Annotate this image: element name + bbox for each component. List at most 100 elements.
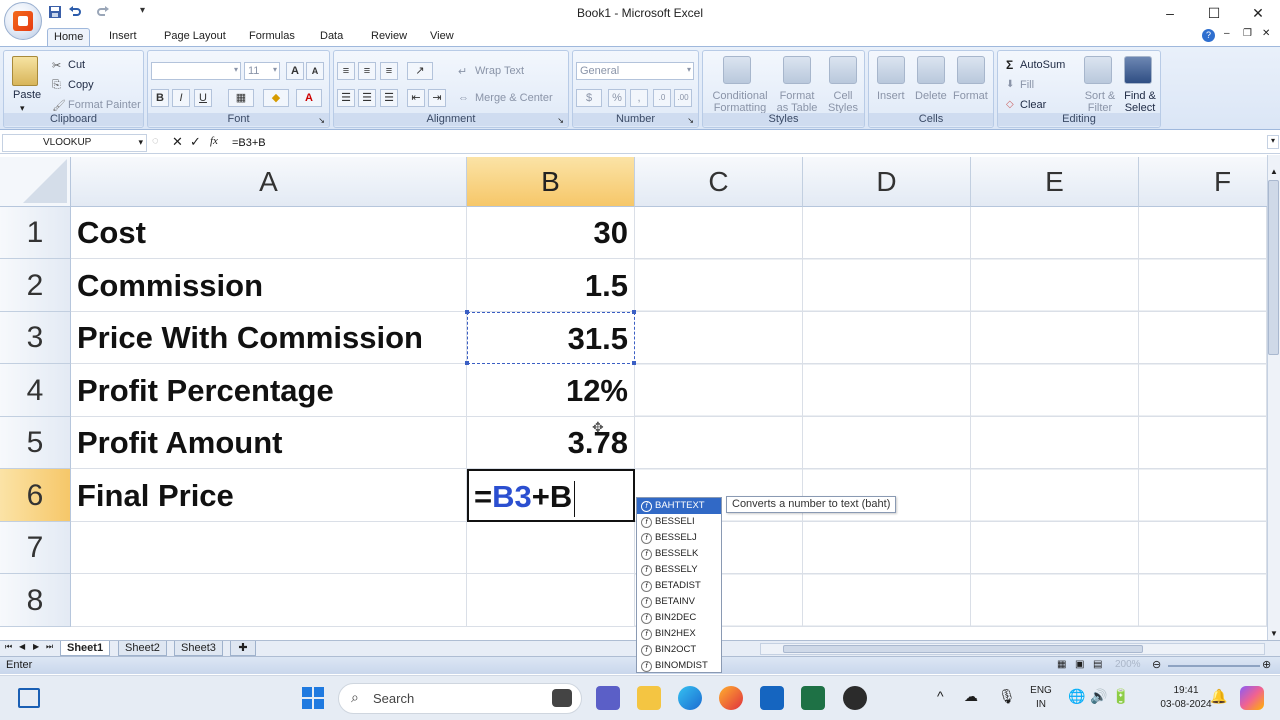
page-layout-view-icon[interactable]: ▣ [1075, 659, 1084, 670]
row-header-5[interactable]: 5 [0, 417, 71, 469]
volume-icon[interactable]: 🔊 [1090, 688, 1107, 705]
normal-view-icon[interactable]: ▦ [1057, 659, 1066, 670]
name-box[interactable]: VLOOKUP ▾ [2, 134, 147, 152]
format-as-table-button[interactable]: Format as Table [773, 90, 821, 114]
borders-icon[interactable]: ▦ [228, 89, 254, 107]
cell-b1[interactable]: 30 [467, 207, 635, 259]
autocomplete-item[interactable]: f BETAINV [637, 594, 721, 610]
align-bottom-icon[interactable]: ≡ [380, 62, 398, 80]
bold-button[interactable]: B [151, 89, 169, 107]
column-header-f[interactable]: F [1139, 157, 1267, 207]
file-explorer-icon[interactable] [637, 686, 661, 710]
cancel-entry-icon[interactable]: ✕ [172, 134, 183, 150]
autocomplete-item[interactable]: f BESSELJ [637, 530, 721, 546]
ribbon-minimize-icon[interactable]: – [1224, 28, 1230, 39]
obs-icon[interactable] [843, 686, 867, 710]
row-header-3[interactable]: 3 [0, 312, 71, 364]
help-icon[interactable]: ? [1202, 29, 1215, 42]
decrease-indent-icon[interactable]: ⇤ [407, 89, 425, 107]
page-break-view-icon[interactable]: ▤ [1093, 659, 1102, 670]
cell-b6-editing[interactable]: =B3+B [467, 469, 635, 522]
decrease-decimal-icon[interactable]: .00 [674, 89, 692, 107]
clear-button[interactable]: Clear [1020, 99, 1046, 111]
store-icon[interactable] [760, 686, 784, 710]
row-header-6[interactable]: 6 [0, 469, 71, 522]
insert-function-icon[interactable]: fx [210, 135, 218, 147]
close-button[interactable]: ✕ [1236, 2, 1280, 24]
zoom-slider[interactable] [1168, 665, 1260, 667]
windows-start-icon[interactable] [302, 687, 324, 709]
sheet-tab-sheet2[interactable]: Sheet2 [118, 641, 167, 656]
cell-a4[interactable]: Profit Percentage [71, 364, 467, 417]
sheet-tab-sheet1[interactable]: Sheet1 [60, 641, 111, 656]
row-header-2[interactable]: 2 [0, 259, 71, 312]
tab-data[interactable]: Data [314, 28, 349, 46]
vertical-scroll-thumb[interactable] [1268, 180, 1279, 355]
tab-page-layout[interactable]: Page Layout [158, 28, 232, 46]
align-right-icon[interactable]: ☰ [380, 89, 398, 107]
column-d-cells[interactable] [803, 207, 971, 627]
percent-style-button[interactable]: % [608, 89, 626, 107]
cell-a6[interactable]: Final Price [71, 469, 467, 522]
merge-center-button[interactable]: Merge & Center [475, 92, 553, 104]
autocomplete-item[interactable]: f BESSELK [637, 546, 721, 562]
expand-formula-bar-icon[interactable]: ▾ [1267, 135, 1279, 149]
cell-a1[interactable]: Cost [71, 207, 467, 259]
range-handle-icon[interactable] [465, 361, 469, 365]
cut-button[interactable]: Cut [68, 59, 85, 71]
autosum-button[interactable]: AutoSum [1020, 59, 1065, 71]
format-painter-button[interactable]: Format Painter [68, 99, 141, 111]
autocomplete-item[interactable]: f BIN2DEC [637, 610, 721, 626]
comma-style-icon[interactable]: , [630, 89, 648, 107]
find-select-button[interactable]: Find & Select [1120, 90, 1160, 114]
conditional-formatting-button[interactable]: Conditional Formatting [709, 90, 771, 114]
wrap-text-button[interactable]: Wrap Text [475, 65, 524, 77]
accounting-format-icon[interactable]: $ [576, 89, 602, 107]
number-dialog-launcher-icon[interactable]: ↘ [687, 116, 694, 125]
microphone-icon[interactable]: 🎙 [998, 688, 1016, 705]
row-header-1[interactable]: 1 [0, 207, 71, 259]
cloud-icon[interactable]: ☁ [964, 688, 978, 705]
cell-a3[interactable]: Price With Commission [71, 312, 467, 364]
font-name-dropdown-icon[interactable]: ▾ [234, 65, 238, 74]
office-button[interactable] [4, 2, 42, 40]
italic-button[interactable]: I [172, 89, 190, 107]
workbook-close-icon[interactable]: ✕ [1262, 28, 1270, 39]
underline-button[interactable]: U [194, 89, 212, 107]
tab-insert[interactable]: Insert [103, 28, 143, 46]
cell-a5[interactable]: Profit Amount [71, 417, 467, 469]
ribbon-restore-icon[interactable]: ❐ [1243, 28, 1252, 39]
range-handle-icon[interactable] [465, 310, 469, 314]
taskbar-search[interactable]: ⌕ Search [338, 683, 582, 714]
horizontal-scrollbar[interactable] [760, 643, 1265, 655]
teams-icon[interactable] [596, 686, 620, 710]
number-format-dropdown-icon[interactable]: ▾ [687, 65, 691, 74]
delete-cells-button[interactable]: Delete [915, 90, 947, 102]
tab-formulas[interactable]: Formulas [243, 28, 301, 46]
column-header-b[interactable]: B [467, 157, 635, 207]
cell-a7[interactable] [71, 522, 467, 574]
column-header-c[interactable]: C [635, 157, 803, 207]
insert-sheet-icon[interactable]: ✚ [230, 641, 256, 656]
cell-b3-referenced[interactable]: 31.5 [467, 312, 635, 364]
insert-cells-button[interactable]: Insert [877, 90, 905, 102]
excel-icon[interactable] [801, 686, 825, 710]
minimize-button[interactable]: – [1148, 2, 1192, 24]
cell-b7[interactable] [467, 522, 635, 574]
show-desktop-icon[interactable] [18, 688, 40, 708]
grow-font-button[interactable]: A [286, 62, 304, 80]
zoom-level[interactable]: 200% [1115, 659, 1141, 670]
format-cells-button[interactable]: Format [953, 90, 988, 102]
fill-color-icon[interactable]: ◆ [263, 89, 289, 107]
zoom-out-icon[interactable]: ⊖ [1152, 658, 1161, 671]
autocomplete-item[interactable]: f BETADIST [637, 578, 721, 594]
range-handle-icon[interactable] [632, 361, 636, 365]
battery-icon[interactable]: 🔋 [1112, 688, 1129, 705]
paste-button[interactable]: Paste [13, 89, 41, 101]
edge-icon[interactable] [678, 686, 702, 710]
prev-sheet-icon[interactable]: ◀ [19, 642, 25, 651]
fill-button[interactable]: Fill [1020, 79, 1034, 91]
tab-view[interactable]: View [424, 28, 460, 46]
next-sheet-icon[interactable]: ▶ [33, 642, 39, 651]
cell-b2[interactable]: 1.5 [467, 259, 635, 312]
